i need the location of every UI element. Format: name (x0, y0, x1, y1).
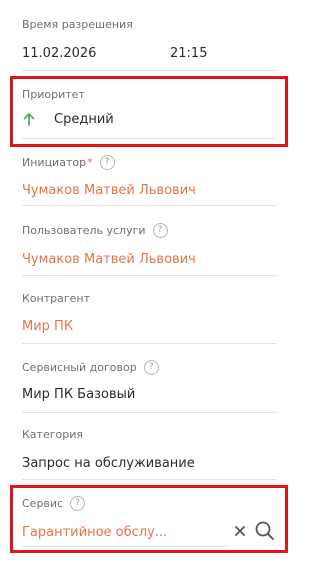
divider (22, 138, 277, 139)
divider (22, 70, 277, 71)
priority-value[interactable]: Средний (54, 112, 114, 127)
help-icon[interactable]: ? (152, 223, 168, 238)
divider (22, 275, 277, 276)
service-value[interactable]: Гарантийное обслу... (22, 525, 167, 540)
divider (22, 343, 277, 344)
divider (22, 205, 277, 206)
counterparty-label: Контрагент (22, 292, 91, 305)
arrow-up-icon (23, 113, 35, 126)
search-icon[interactable] (254, 520, 276, 542)
priority-label: Приоритет (22, 88, 85, 101)
contract-label-text: Сервисный договор (22, 361, 137, 374)
service-user-value[interactable]: Чумаков Матвей Львович (22, 252, 196, 267)
contract-label: Сервисный договор ? (22, 360, 159, 375)
help-icon[interactable]: ? (143, 360, 159, 375)
priority-highlight-box (10, 76, 288, 147)
category-value[interactable]: Запрос на обслуживание (22, 456, 195, 471)
resolution-time-value[interactable]: 21:15 (170, 46, 207, 61)
initiator-value[interactable]: Чумаков Матвей Львович (22, 183, 196, 198)
initiator-label-text: Инициатор (22, 156, 87, 169)
help-icon[interactable]: ? (99, 155, 115, 170)
service-user-label-text: Пользователь услуги (22, 224, 146, 237)
close-icon[interactable] (234, 525, 246, 537)
category-label: Категория (22, 428, 83, 441)
initiator-label: Инициатор * ? (22, 155, 115, 170)
divider (22, 546, 227, 547)
help-icon[interactable]: ? (70, 496, 86, 511)
service-user-label: Пользователь услуги ? (22, 223, 168, 238)
counterparty-value[interactable]: Мир ПК (22, 319, 73, 334)
divider (22, 412, 277, 413)
resolution-time-label: Время разрешения (22, 18, 133, 31)
divider (22, 479, 277, 480)
service-label-text: Сервис (22, 497, 64, 510)
resolution-date-value[interactable]: 11.02.2026 (22, 46, 96, 61)
required-mark: * (87, 156, 93, 169)
contract-value[interactable]: Мир ПК Базовый (22, 387, 135, 402)
service-label: Сервис ? (22, 496, 86, 511)
